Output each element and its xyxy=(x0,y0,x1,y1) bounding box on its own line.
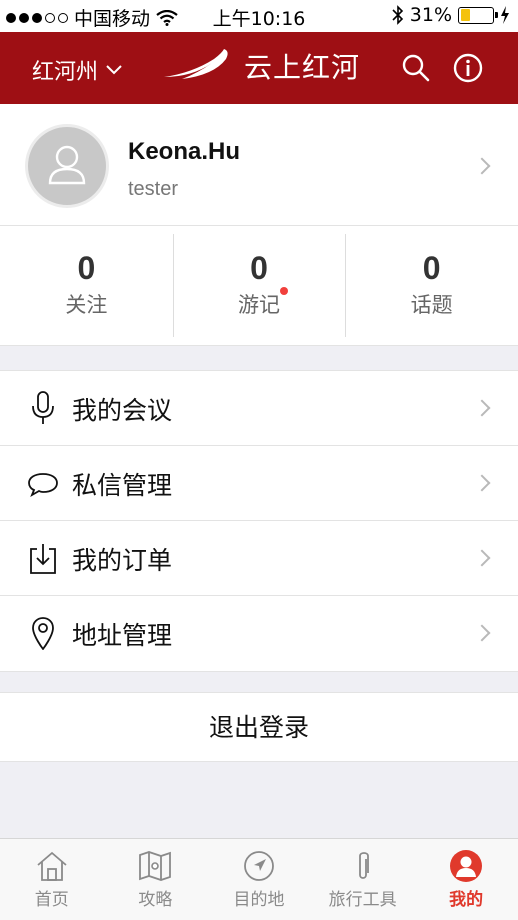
stats-row: 0 关注 0 游记 0 话题 xyxy=(0,226,518,346)
city-selector[interactable]: 红河州 xyxy=(32,54,122,86)
menu-list: 我的会议 私信管理 我的订单 地址管理 xyxy=(0,370,518,672)
user-name: Keona.Hu xyxy=(128,138,241,165)
chevron-right-icon xyxy=(473,624,491,642)
chevron-down-icon xyxy=(106,65,122,75)
info-icon[interactable] xyxy=(452,52,484,84)
stat-label: 话题 xyxy=(410,293,453,317)
default-user-icon xyxy=(48,145,86,185)
stat-travel-notes[interactable]: 0 游记 xyxy=(172,226,346,345)
app-title: 云上红河 xyxy=(244,51,361,84)
status-bar: 中国移动 上午10:16 31% xyxy=(0,0,518,32)
menu-item-label: 我的会议 xyxy=(72,396,173,425)
avatar[interactable] xyxy=(25,124,109,208)
battery-percent: 31% xyxy=(409,4,452,26)
stat-label: 关注 xyxy=(65,293,108,317)
menu-item-label: 我的订单 xyxy=(72,546,173,575)
battery-icon xyxy=(458,6,498,24)
menu-item-messages[interactable]: 私信管理 xyxy=(0,446,518,521)
map-icon xyxy=(139,851,172,881)
status-right: 31% xyxy=(392,4,510,26)
tab-mine[interactable]: 我的 xyxy=(414,839,518,920)
app-header: 红河州 云上红河 xyxy=(0,32,518,104)
tab-home[interactable]: 首页 xyxy=(0,839,104,920)
chevron-right-icon xyxy=(473,399,491,417)
chevron-right-icon xyxy=(473,157,491,175)
microphone-icon xyxy=(32,391,54,424)
profile-card[interactable]: Keona.Hu tester xyxy=(0,104,518,226)
location-pin-icon xyxy=(32,617,54,650)
stat-value: 0 xyxy=(250,250,268,286)
stat-value: 0 xyxy=(422,250,441,286)
battery-fill xyxy=(460,9,471,21)
chevron-right-icon xyxy=(473,549,491,567)
menu-item-meetings[interactable]: 我的会议 xyxy=(0,371,518,446)
city-label: 红河州 xyxy=(32,60,99,85)
menu-item-label: 地址管理 xyxy=(72,621,173,650)
user-icon xyxy=(450,850,483,882)
tab-label: 目的地 xyxy=(233,890,285,910)
tab-travel-tools[interactable]: 旅行工具 xyxy=(311,839,415,920)
tab-guides[interactable]: 攻略 xyxy=(104,839,208,920)
home-icon xyxy=(37,851,67,881)
download-box-icon xyxy=(30,544,56,574)
chevron-right-icon xyxy=(473,474,491,492)
brand-swoosh-icon xyxy=(164,49,228,79)
tab-label: 攻略 xyxy=(138,890,173,910)
user-role: tester xyxy=(128,178,179,200)
stat-label: 游记 xyxy=(238,293,280,317)
app-logo: 云上红河 xyxy=(162,46,360,86)
charging-icon xyxy=(501,6,509,24)
stat-label-wrap: 游记 xyxy=(238,287,288,319)
menu-item-label: 私信管理 xyxy=(72,471,173,500)
chat-bubble-icon xyxy=(28,473,58,498)
stat-following[interactable]: 0 关注 xyxy=(0,226,173,345)
menu-item-address[interactable]: 地址管理 xyxy=(0,596,518,671)
paperclip-icon xyxy=(358,852,369,879)
compass-icon xyxy=(244,851,274,881)
tab-destination[interactable]: 目的地 xyxy=(207,839,311,920)
tab-label: 首页 xyxy=(34,890,69,910)
tab-bar: 首页 攻略 目的地 旅行工具 我的 xyxy=(0,838,518,920)
stat-value: 0 xyxy=(77,250,96,286)
tab-label: 旅行工具 xyxy=(328,890,397,910)
logout-button[interactable]: 退出登录 xyxy=(0,692,518,762)
menu-item-orders[interactable]: 我的订单 xyxy=(0,521,518,596)
search-icon[interactable] xyxy=(400,52,432,84)
bluetooth-icon xyxy=(392,5,403,25)
stat-topics[interactable]: 0 话题 xyxy=(345,226,518,345)
notification-dot xyxy=(280,287,288,295)
tab-label: 我的 xyxy=(449,890,484,910)
